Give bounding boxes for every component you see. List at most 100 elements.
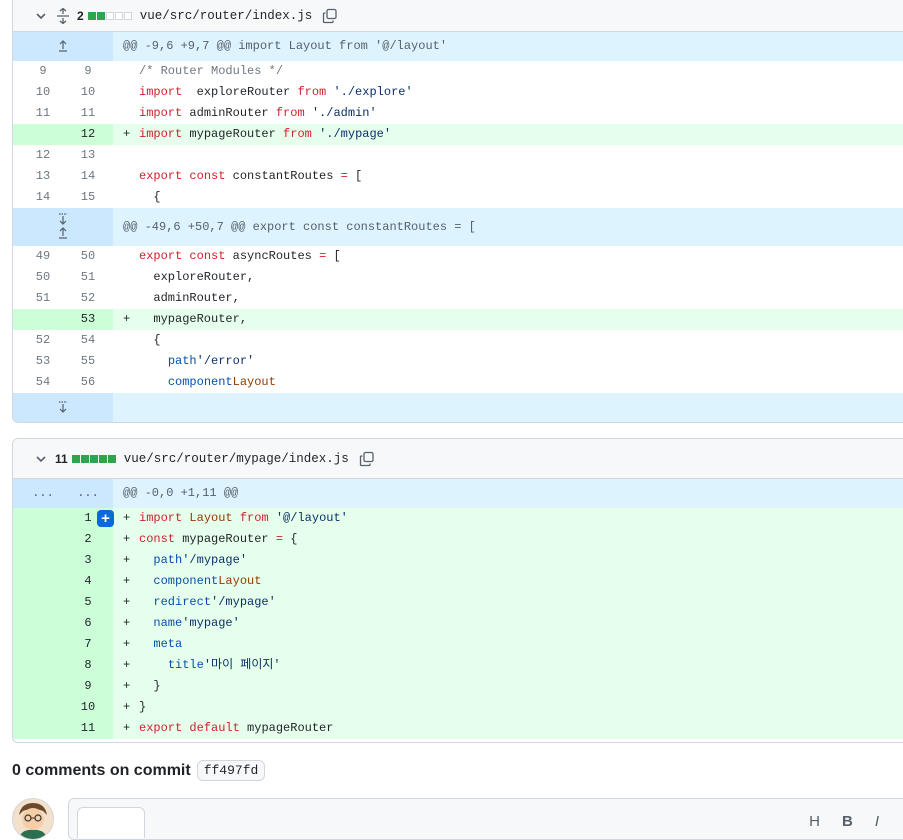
code-token: } [139,700,147,714]
line-number-old[interactable]: 52 [13,330,63,351]
hunk-text: @@ -49,6 +50,7 @@ export const constantR… [123,220,476,234]
added-line: 3 + path'/mypage' [13,550,903,571]
added-line: 2 + const mypageRouter = { [13,529,903,550]
line-number-old[interactable] [13,697,63,718]
code-token: '/mypage' [211,595,276,609]
line-number-new[interactable]: 54 [63,330,113,351]
line-number-new[interactable]: 8 [63,655,113,676]
line-number-new[interactable]: 51 [63,267,113,288]
line-number-old[interactable]: 11 [13,103,63,124]
line-number-old[interactable]: 12 [13,145,63,166]
hunk-expander[interactable] [13,32,113,61]
line-number-old[interactable] [13,676,63,697]
context-line: 10 10 import exploreRouter from './explor… [13,82,903,103]
line-number-new[interactable]: 10 [63,697,113,718]
italic-button[interactable]: I [875,813,879,830]
line-number-old[interactable]: 51 [13,288,63,309]
line-number-new[interactable]: 15 [63,187,113,208]
avatar[interactable] [12,798,54,840]
heading-button[interactable]: H [809,813,820,830]
line-number-old[interactable]: 9 [13,61,63,82]
code-token: component [167,375,233,389]
line-number-old[interactable]: 54 [13,372,63,393]
line-number-old[interactable] [13,508,63,529]
line-number-new[interactable]: 55 [63,351,113,372]
line-number-new[interactable]: 14 [63,166,113,187]
added-line-marker: + [123,127,131,141]
line-number-new[interactable]: 12 [63,124,113,145]
line-number-old[interactable]: 53 [13,351,63,372]
code-line: + path'/mypage' [113,550,903,571]
code-token: '@/layout' [275,511,348,525]
hunk-expander[interactable] [13,393,113,422]
line-number-old[interactable] [13,571,63,592]
chevron-down-icon[interactable] [33,8,49,24]
line-number-new[interactable]: 2 [63,529,113,550]
diffstat-neutral-block [105,12,114,20]
line-number-old[interactable]: 10 [13,82,63,103]
line-number-new[interactable]: 4 [63,571,113,592]
code-line [113,145,903,166]
line-number-old[interactable] [13,592,63,613]
comment-editor[interactable]: H B I [68,798,903,840]
line-number-old[interactable] [13,718,63,739]
line-number-old[interactable]: 50 [13,267,63,288]
context-line: 52 54 { [13,330,903,351]
code-line: adminRouter, [113,288,903,309]
bold-button[interactable]: B [842,813,853,830]
line-number-new[interactable]: 6 [63,613,113,634]
line-number-old[interactable]: 49 [13,246,63,267]
file-name[interactable]: vue/src/router/index.js [140,9,313,23]
line-number-old[interactable]: 13 [13,166,63,187]
expand-all-icon[interactable] [55,8,71,24]
file-name[interactable]: vue/src/router/mypage/index.js [124,452,349,466]
expand-up-icon[interactable] [57,227,69,241]
line-number-old[interactable] [13,655,63,676]
code-token: [ [326,249,341,263]
line-number-new[interactable]: 10 [63,82,113,103]
copy-icon[interactable] [322,8,338,24]
line-number-new[interactable]: 53 [63,309,113,330]
line-number-old[interactable] [13,613,63,634]
code-token: meta [153,637,183,651]
line-number-new[interactable]: 13 [63,145,113,166]
line-number-new[interactable]: 11 [63,718,113,739]
diffstat-added-block [98,454,107,463]
code-line: import exploreRouter from './explore' [113,82,903,103]
expand-down-icon[interactable] [57,400,69,415]
line-number-new[interactable]: 50 [63,246,113,267]
added-line: 12 + import mypageRouter from './mypage' [13,124,903,145]
line-number-old[interactable] [13,550,63,571]
line-number-old[interactable] [13,634,63,655]
add-comment-button[interactable]: + [97,510,114,527]
code-token: exploreRouter [182,85,298,99]
code-token: asyncRoutes [225,249,320,263]
code-token: './admin' [311,106,377,120]
added-line: 10 +} [13,697,903,718]
line-number-new[interactable]: 11 [63,103,113,124]
line-number-new[interactable]: 7 [63,634,113,655]
commit-sha[interactable]: ff497fd [196,760,266,781]
hunk-expander[interactable] [13,208,113,246]
line-number-new[interactable]: 3 [63,550,113,571]
line-number-old[interactable]: 14 [13,187,63,208]
code-token: import [139,127,183,141]
line-number-new[interactable]: 9 [63,61,113,82]
expand-up-icon[interactable] [57,39,69,54]
line-number-old[interactable] [13,309,63,330]
line-number-new[interactable]: 52 [63,288,113,309]
line-number-old[interactable] [13,124,63,145]
line-number-old[interactable] [13,529,63,550]
copy-icon[interactable] [359,451,375,467]
code-token: export [139,169,183,183]
code-token: name [153,616,183,630]
code-token: title [167,658,204,672]
code-token: const [139,532,176,546]
line-number-new[interactable]: 56 [63,372,113,393]
code-line: { [113,187,903,208]
line-number-new[interactable]: 5 [63,592,113,613]
line-number-new[interactable]: 9 [63,676,113,697]
diff-count: 2 [77,9,84,23]
chevron-down-icon[interactable] [33,451,49,467]
expand-down-icon[interactable] [57,213,69,227]
